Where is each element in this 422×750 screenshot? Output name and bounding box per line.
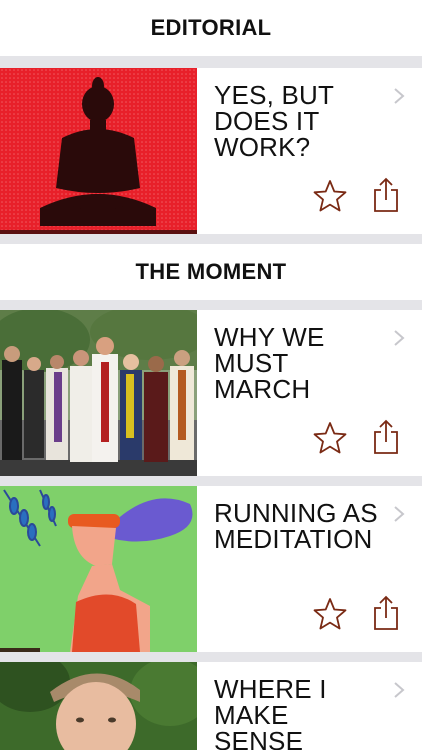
chevron-right-icon[interactable] — [392, 328, 406, 348]
article-card[interactable]: WHY WE MUST MARCH — [0, 310, 422, 476]
chevron-right-icon[interactable] — [392, 86, 406, 106]
article-title[interactable]: RUNNING AS MEDITATION — [214, 500, 384, 552]
section-header-the-moment: THE MOMENT — [0, 244, 422, 300]
share-icon[interactable] — [371, 594, 401, 632]
divider — [0, 56, 422, 68]
section-header-editorial: EDITORIAL — [0, 0, 422, 56]
divider — [0, 652, 422, 662]
article-image[interactable] — [0, 68, 197, 234]
star-outline-icon[interactable] — [312, 178, 348, 214]
divider — [0, 300, 422, 310]
article-image[interactable] — [0, 662, 197, 750]
share-icon[interactable] — [371, 418, 401, 456]
article-image[interactable] — [0, 310, 197, 476]
share-icon[interactable] — [371, 176, 401, 214]
section-title: EDITORIAL — [150, 15, 272, 40]
divider — [0, 234, 422, 244]
article-title[interactable]: YES, BUT DOES IT WORK? — [214, 82, 384, 160]
chevron-right-icon[interactable] — [392, 504, 406, 524]
article-card[interactable]: WHERE I MAKE SENSE — [0, 662, 422, 750]
divider — [0, 476, 422, 486]
article-title[interactable]: WHY WE MUST MARCH — [214, 324, 384, 402]
article-image[interactable] — [0, 486, 197, 652]
star-outline-icon[interactable] — [312, 420, 348, 456]
article-card[interactable]: YES, BUT DOES IT WORK? — [0, 68, 422, 234]
article-card[interactable]: RUNNING AS MEDITATION — [0, 486, 422, 652]
chevron-right-icon[interactable] — [392, 680, 406, 700]
article-title[interactable]: WHERE I MAKE SENSE — [214, 676, 384, 750]
star-outline-icon[interactable] — [312, 596, 348, 632]
section-title: THE MOMENT — [135, 259, 287, 284]
